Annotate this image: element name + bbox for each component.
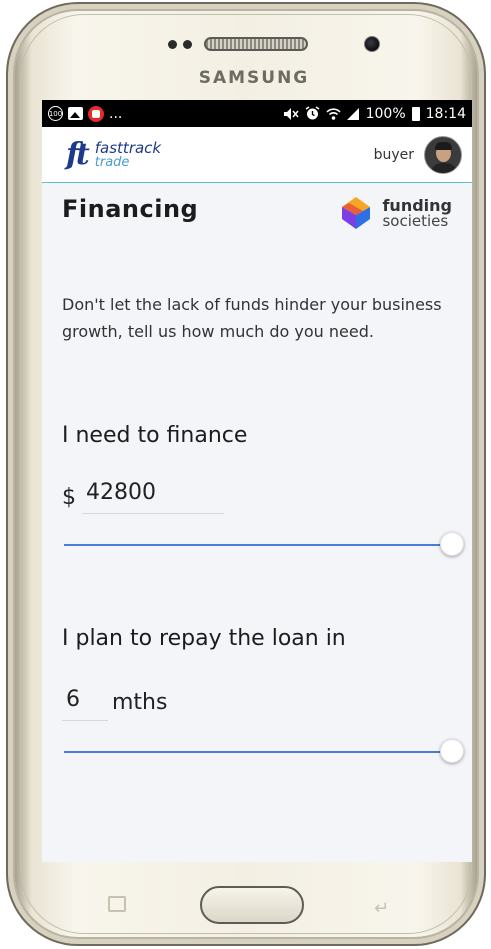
signal-icon <box>346 108 359 120</box>
partner-word-societies: societies <box>382 211 449 230</box>
page-title: Financing <box>62 195 199 223</box>
app-bar: ft fasttrack trade buyer <box>42 127 472 183</box>
wifi-icon <box>326 107 341 120</box>
battery-percent: 100% <box>365 105 406 122</box>
intro-text: Don't let the lack of funds hinder your … <box>62 295 442 341</box>
user-menu[interactable]: buyer <box>373 135 462 174</box>
notification-circle-icon: 100 <box>48 106 63 121</box>
avatar[interactable] <box>424 135 462 174</box>
logo-word-fasttrack: fasttrack <box>94 138 162 157</box>
repay-period-label: I plan to repay the loan in <box>62 626 346 651</box>
device-brand: SAMSUNG <box>198 68 310 88</box>
finance-amount-slider-track <box>64 544 452 546</box>
logo-word-trade: trade <box>94 154 130 170</box>
earpiece-speaker <box>204 37 308 51</box>
repay-months-input[interactable]: 6 <box>62 685 108 721</box>
back-key[interactable]: ↵ <box>374 898 389 919</box>
mute-icon <box>283 107 299 120</box>
repay-period-slider-track <box>64 751 452 753</box>
funding-societies-mark-icon <box>342 197 371 229</box>
repay-period-slider-thumb[interactable] <box>440 739 464 763</box>
recent-apps-key[interactable] <box>108 896 126 912</box>
currency-symbol: $ <box>62 485 76 510</box>
sensor-dots <box>168 40 192 49</box>
fasttrack-logo[interactable]: ft fasttrack trade <box>66 136 162 172</box>
finance-amount-slider-thumb[interactable] <box>440 532 464 556</box>
repay-months-unit: mths <box>112 690 168 715</box>
youtube-icon <box>88 105 104 122</box>
finance-amount-slider[interactable] <box>64 532 464 556</box>
funding-societies-logo: funding societies <box>336 193 452 233</box>
status-time: 18:14 <box>425 105 466 122</box>
logo-mark: ft <box>66 136 90 172</box>
user-role-label: buyer <box>373 146 414 163</box>
front-camera <box>364 36 380 52</box>
status-overflow: ... <box>109 105 123 122</box>
photo-icon <box>68 107 83 120</box>
finance-amount-label: I need to finance <box>62 423 248 448</box>
finance-amount-input[interactable]: 42800 <box>82 478 224 514</box>
main-content: Financing funding societies Don't let th… <box>42 195 472 763</box>
alarm-icon <box>305 106 320 120</box>
status-bar: 100 ... 100% 18:14 <box>42 100 472 127</box>
home-button[interactable] <box>200 886 304 924</box>
repay-period-slider[interactable] <box>64 739 464 763</box>
battery-icon <box>411 106 420 121</box>
screen: 100 ... 100% 18:14 ft fasttrack trade bu… <box>42 100 472 862</box>
